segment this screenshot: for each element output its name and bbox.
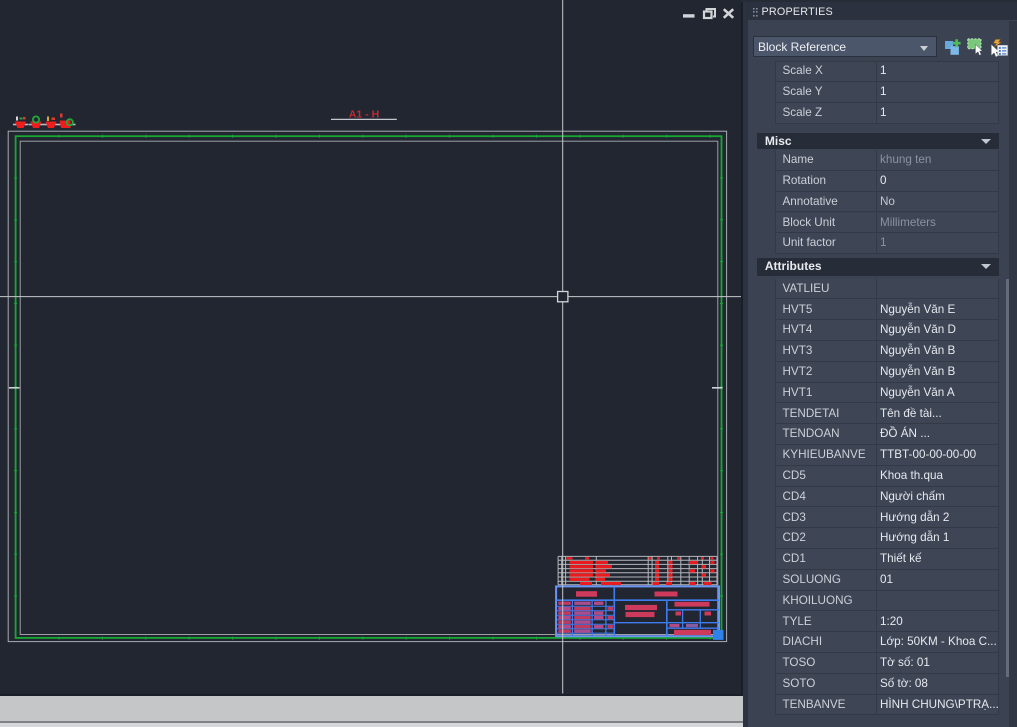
svg-text:A1 - H: A1 - H — [349, 109, 379, 121]
